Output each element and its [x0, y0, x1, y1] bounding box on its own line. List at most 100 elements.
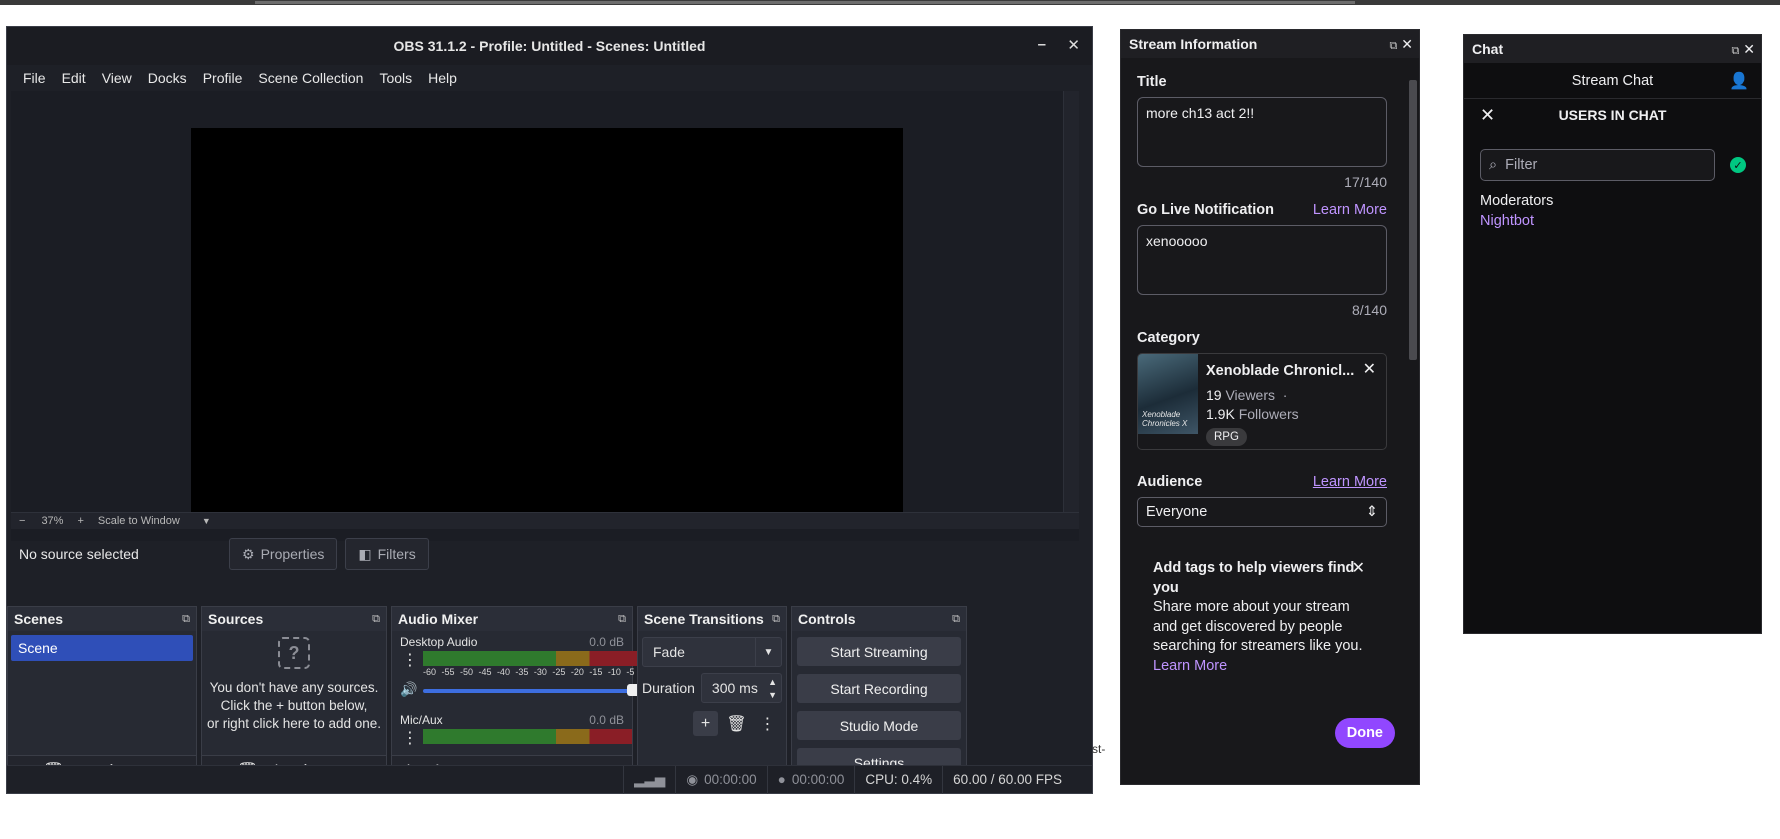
stream-timer: ◉ 00:00:00: [675, 765, 766, 794]
empty-line-3: or right click here to add one.: [206, 716, 382, 731]
learn-more-link[interactable]: Learn More: [1153, 657, 1371, 677]
menu-view[interactable]: View: [94, 70, 140, 86]
stream-info-header: Stream Information ⧉ ✕: [1121, 30, 1419, 58]
start-recording-button[interactable]: Start Recording: [797, 674, 961, 703]
audience-select[interactable]: Everyone ⇕: [1137, 497, 1387, 527]
channel-db: 0.0 dB: [589, 635, 624, 649]
undock-icon[interactable]: ⧉: [1732, 45, 1740, 57]
preview-canvas[interactable]: [191, 128, 903, 529]
title-input[interactable]: more ch13 act 2!!: [1137, 97, 1387, 167]
question-icon: ?: [278, 637, 310, 669]
menu-docks[interactable]: Docks: [140, 70, 195, 86]
golive-input[interactable]: xenooooo: [1137, 225, 1387, 295]
menu-help[interactable]: Help: [420, 70, 465, 86]
empty-line-1: You don't have any sources.: [209, 680, 379, 695]
channel-name: Mic/Aux: [400, 713, 443, 727]
chat-panel: Chat ⧉ ✕ Stream Chat 👤 ✕ USERS IN CHAT ⌕ Fil…: [1463, 34, 1762, 634]
volume-slider[interactable]: [423, 684, 645, 696]
learn-more-link[interactable]: Learn More: [1313, 202, 1387, 218]
undock-icon[interactable]: ⧉: [1390, 40, 1398, 52]
scroll-thumb[interactable]: [1409, 80, 1417, 360]
undock-icon[interactable]: ⧉: [952, 613, 960, 626]
volume-meter: [423, 729, 632, 744]
undock-icon[interactable]: ⧉: [618, 613, 626, 626]
user-nightbot[interactable]: Nightbot: [1480, 211, 1553, 231]
signal-icon: ▂▃▅: [623, 765, 675, 794]
learn-more-link[interactable]: Learn More: [1313, 474, 1387, 490]
transition-value: Fade: [653, 644, 685, 660]
filter-input[interactable]: ⌕ Filter: [1480, 149, 1715, 181]
stream-information-panel: Stream Information ⧉ ✕ Title more ch13 ac…: [1120, 29, 1420, 785]
tags-tip-body: Share more about your stream and get dis…: [1153, 599, 1363, 654]
title-bar[interactable]: OBS 31.1.2 - Profile: Untitled - Scenes:…: [7, 27, 1092, 65]
category-card[interactable]: Xenoblade Chronicles X Xenoblade Chronic…: [1137, 353, 1387, 450]
duration-label: Duration: [642, 680, 695, 696]
speaker-icon[interactable]: 🔊: [400, 681, 417, 698]
zoom-out-button[interactable]: −: [19, 515, 25, 527]
more-icon[interactable]: ⋮: [755, 711, 780, 736]
studio-mode-button[interactable]: Studio Mode: [797, 711, 961, 740]
stream-info-scrollbar[interactable]: [1409, 70, 1417, 382]
start-streaming-button[interactable]: Start Streaming: [797, 637, 961, 666]
category-tag[interactable]: RPG: [1206, 428, 1247, 446]
empty-line-2: Click the + button below,: [220, 698, 368, 713]
channel-db: 0.0 dB: [589, 713, 624, 727]
zoom-in-button[interactable]: +: [77, 515, 83, 527]
add-icon[interactable]: +: [693, 711, 718, 736]
controls-title: Controls: [798, 611, 856, 627]
more-icon[interactable]: ⋮: [402, 653, 418, 669]
close-icon[interactable]: ✕: [1480, 105, 1495, 126]
cpu-usage: CPU: 0.4%: [854, 765, 942, 794]
close-icon[interactable]: ✕: [1352, 559, 1365, 579]
menu-profile[interactable]: Profile: [195, 70, 251, 86]
users-icon[interactable]: 👤: [1729, 71, 1749, 91]
properties-button[interactable]: ⚙ Properties: [229, 538, 338, 570]
menu-edit[interactable]: Edit: [54, 70, 94, 86]
meter-ticks: -60-55-50-45-40-35-30-25-20-15-10-50: [423, 667, 645, 677]
undock-icon[interactable]: ⧉: [372, 613, 380, 626]
zoom-value: 37%: [41, 515, 64, 527]
updown-icon: ⇕: [1365, 504, 1378, 520]
preview-scrollbar[interactable]: [1063, 91, 1079, 521]
box-art-text: Xenoblade Chronicles X: [1142, 410, 1188, 428]
duration-input[interactable]: 300 ms ▲ ▼: [700, 673, 782, 703]
scale-mode[interactable]: Scale to Window: [98, 515, 198, 527]
mixer-title: Audio Mixer: [398, 611, 479, 627]
preview-area[interactable]: [11, 91, 1079, 541]
menu-file[interactable]: File: [15, 70, 54, 86]
chevron-down-icon[interactable]: ▼: [755, 638, 781, 666]
undock-icon[interactable]: ⧉: [772, 613, 780, 626]
scenes-dock: Scenes⧉ Scene + 🗑 ◧ ⌃ ⌄: [7, 606, 197, 786]
menu-bar: File Edit View Docks Profile Scene Colle…: [7, 65, 1092, 91]
record-time: 00:00:00: [791, 772, 845, 787]
category-label: Category: [1137, 330, 1200, 346]
filters-button[interactable]: ◧ Filters: [345, 538, 429, 570]
menu-tools[interactable]: Tools: [371, 70, 420, 86]
transitions-header: Scene Transitions ⧉: [638, 607, 786, 631]
audience-label: Audience: [1137, 474, 1203, 490]
close-icon[interactable]: ✕: [1363, 359, 1376, 379]
top-strip-highlight: [255, 1, 1355, 4]
close-icon[interactable]: ✕: [1067, 36, 1080, 54]
done-button[interactable]: Done: [1334, 718, 1395, 748]
transition-select[interactable]: Fade ▼: [642, 637, 782, 667]
scale-dropdown-icon[interactable]: ▼: [202, 516, 211, 526]
mixer-header: Audio Mixer ⧉: [392, 607, 632, 631]
undock-icon[interactable]: ⧉: [182, 613, 190, 626]
trash-icon[interactable]: 🗑: [724, 711, 749, 736]
spinner-icon[interactable]: ▲ ▼: [768, 676, 777, 702]
minimize-icon[interactable]: –: [1038, 36, 1046, 53]
scene-item[interactable]: Scene: [11, 635, 193, 661]
empty-sources-message[interactable]: You don't have any sources. Click the + …: [202, 679, 386, 733]
more-icon[interactable]: ⋮: [402, 731, 418, 747]
record-timer: ● 00:00:00: [766, 765, 855, 794]
close-icon[interactable]: ✕: [1401, 36, 1413, 52]
transitions-title: Scene Transitions: [644, 611, 764, 627]
duration-value: 300 ms: [711, 680, 758, 696]
users-title: USERS IN CHAT: [1558, 107, 1667, 123]
menu-scene-collection[interactable]: Scene Collection: [250, 70, 371, 86]
follower-count: 1.9K Followers: [1206, 406, 1299, 422]
mixer-channel: Desktop Audio 0.0 dB ⋮ -60 -55 -50 -45 -40 -35…: [392, 631, 645, 709]
duration-row: Duration 300 ms ▲ ▼: [642, 673, 782, 703]
close-icon[interactable]: ✕: [1743, 41, 1755, 57]
